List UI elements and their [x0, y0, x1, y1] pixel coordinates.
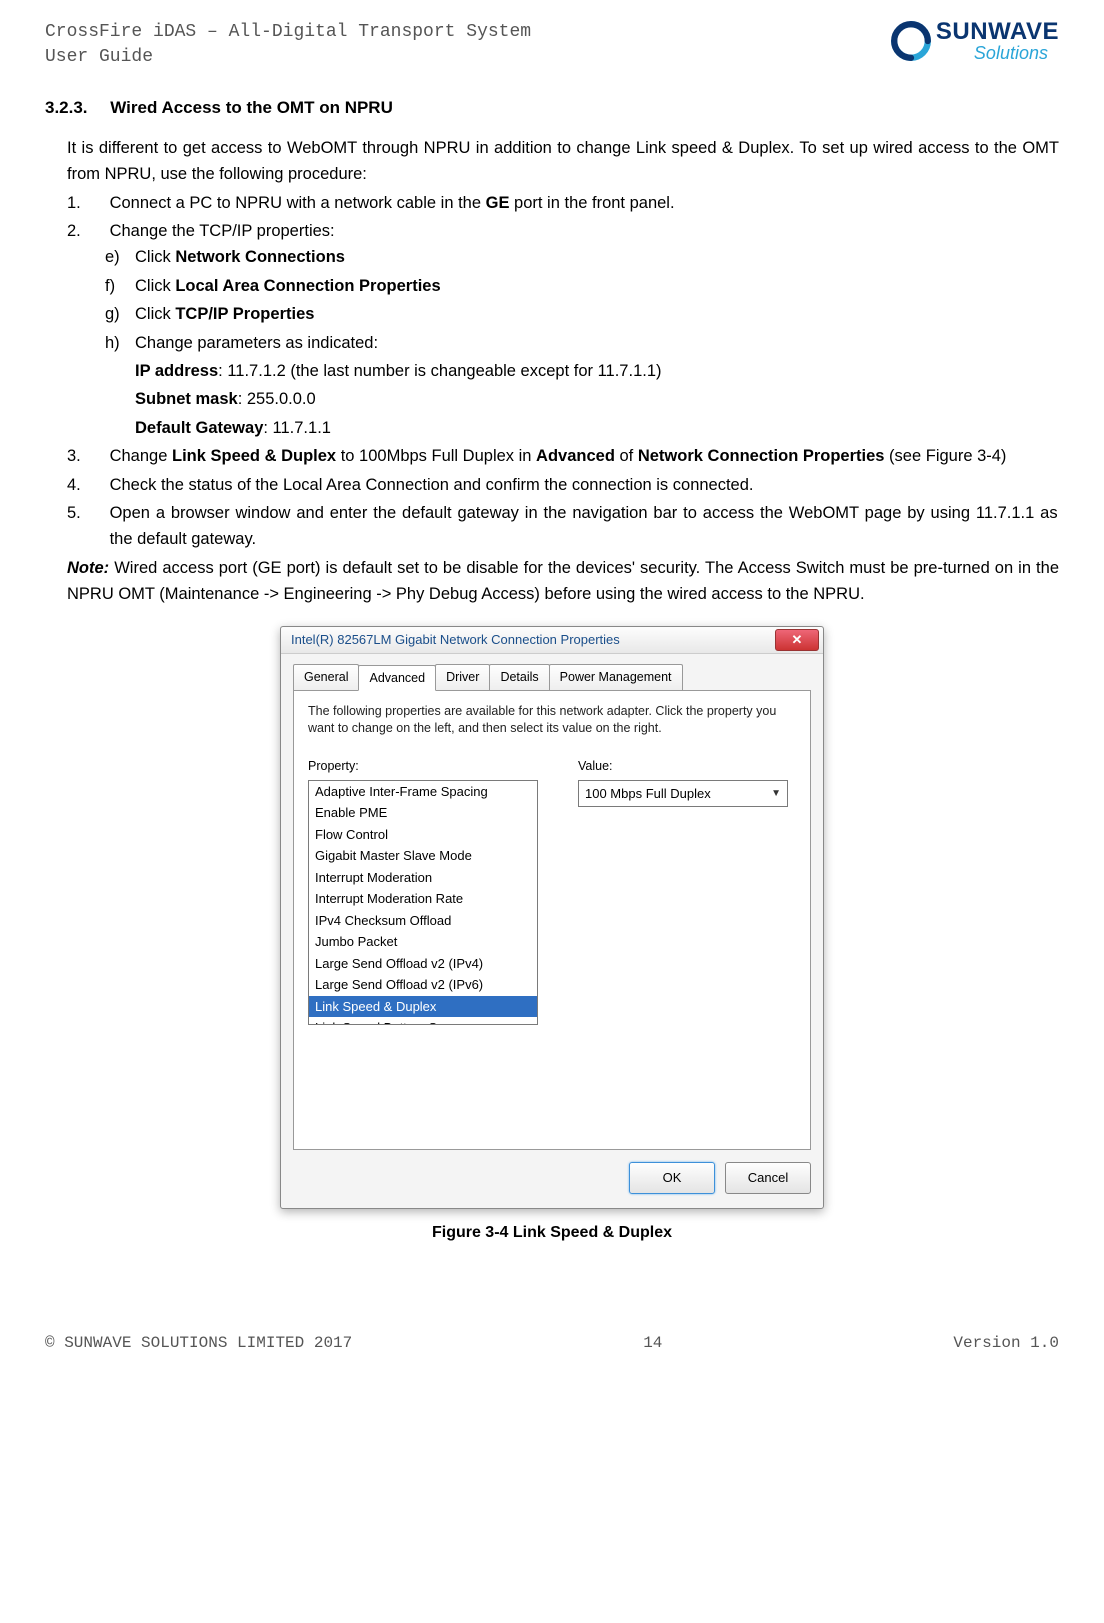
logo-text-main: SUNWAVE — [936, 20, 1059, 44]
tab-driver[interactable]: Driver — [435, 664, 490, 691]
property-item[interactable]: Adaptive Inter-Frame Spacing — [309, 781, 537, 803]
property-item[interactable]: Large Send Offload v2 (IPv6) — [309, 974, 537, 996]
dialog-tabs: General Advanced Driver Details Power Ma… — [281, 654, 823, 691]
close-button[interactable]: ✕ — [775, 629, 819, 651]
note-label: Note: — [67, 559, 109, 577]
footer-page-number: 14 — [643, 1331, 662, 1355]
value-label: Value: — [578, 757, 796, 776]
company-logo: SUNWAVE Solutions — [890, 20, 1059, 62]
figure-caption: Figure 3-4 Link Speed & Duplex — [45, 1221, 1059, 1245]
step4: Check the status of the Local Area Conne… — [110, 472, 1058, 498]
property-label: Property: — [308, 757, 538, 776]
step2-num: 2. — [67, 218, 105, 244]
step2f: Click Local Area Connection Properties — [135, 277, 441, 295]
value-selected: 100 Mbps Full Duplex — [585, 784, 711, 804]
step2h: Change parameters as indicated: — [135, 334, 378, 352]
step2e: Click Network Connections — [135, 248, 345, 266]
doc-title: CrossFire iDAS – All-Digital Transport S… — [45, 20, 531, 70]
section-number: 3.2.3. — [45, 95, 88, 121]
default-gateway-line: Default Gateway: 11.7.1.1 — [135, 415, 1059, 441]
property-item[interactable]: Link Speed Battery Saver — [309, 1017, 537, 1025]
footer-version: Version 1.0 — [953, 1331, 1059, 1355]
ip-address-line: IP address: 11.7.1.2 (the last number is… — [135, 358, 1059, 384]
doc-title-line1: CrossFire iDAS – All-Digital Transport S… — [45, 20, 531, 45]
note-text: Wired access port (GE port) is default s… — [67, 559, 1059, 603]
tab-details[interactable]: Details — [489, 664, 549, 691]
tab-advanced[interactable]: Advanced — [358, 665, 436, 692]
subnet-mask-line: Subnet mask: 255.0.0.0 — [135, 386, 1059, 412]
logo-text-sub: Solutions — [974, 44, 1059, 62]
step2: Change the TCP/IP properties: — [110, 218, 1058, 244]
footer-copyright: © SUNWAVE SOLUTIONS LIMITED 2017 — [45, 1331, 352, 1355]
property-item[interactable]: Gigabit Master Slave Mode — [309, 845, 537, 867]
section-heading: 3.2.3. Wired Access to the OMT on NPRU — [45, 95, 1059, 121]
tab-general[interactable]: General — [293, 664, 359, 691]
page-header: CrossFire iDAS – All-Digital Transport S… — [45, 20, 1059, 70]
property-item[interactable]: Jumbo Packet — [309, 931, 537, 953]
panel-description: The following properties are available f… — [308, 703, 796, 737]
dialog-titlebar[interactable]: Intel(R) 82567LM Gigabit Network Connect… — [281, 627, 823, 654]
doc-title-line2: User Guide — [45, 45, 531, 70]
dialog-title: Intel(R) 82567LM Gigabit Network Connect… — [291, 630, 620, 650]
step1: Connect a PC to NPRU with a network cabl… — [110, 190, 1058, 216]
chevron-down-icon: ▼ — [771, 786, 781, 801]
intro-paragraph: It is different to get access to WebOMT … — [67, 135, 1059, 188]
body-content: It is different to get access to WebOMT … — [67, 135, 1059, 608]
step2g: Click TCP/IP Properties — [135, 305, 314, 323]
note-paragraph: Note: Wired access port (GE port) is def… — [67, 555, 1059, 608]
step1-num: 1. — [67, 190, 105, 216]
property-item[interactable]: Enable PME — [309, 802, 537, 824]
property-item[interactable]: Link Speed & Duplex — [309, 996, 537, 1018]
ok-button[interactable]: OK — [629, 1162, 715, 1194]
step3-num: 3. — [67, 443, 105, 469]
section-title: Wired Access to the OMT on NPRU — [110, 98, 393, 117]
cancel-button[interactable]: Cancel — [725, 1162, 811, 1194]
property-item[interactable]: Interrupt Moderation — [309, 867, 537, 889]
property-listbox[interactable]: Adaptive Inter-Frame SpacingEnable PMEFl… — [308, 780, 538, 1025]
close-icon: ✕ — [792, 630, 803, 650]
property-item[interactable]: Flow Control — [309, 824, 537, 846]
figure-3-4: Intel(R) 82567LM Gigabit Network Connect… — [45, 626, 1059, 1245]
step5-num: 5. — [67, 500, 105, 526]
sunwave-swirl-icon — [890, 20, 932, 62]
value-dropdown[interactable]: 100 Mbps Full Duplex ▼ — [578, 780, 788, 808]
property-item[interactable]: Interrupt Moderation Rate — [309, 888, 537, 910]
step4-num: 4. — [67, 472, 105, 498]
network-properties-dialog: Intel(R) 82567LM Gigabit Network Connect… — [280, 626, 824, 1209]
advanced-panel: The following properties are available f… — [293, 690, 811, 1150]
step5: Open a browser window and enter the defa… — [110, 500, 1058, 553]
property-item[interactable]: Large Send Offload v2 (IPv4) — [309, 953, 537, 975]
page-footer: © SUNWAVE SOLUTIONS LIMITED 2017 14 Vers… — [45, 1325, 1059, 1355]
tab-power-management[interactable]: Power Management — [549, 664, 683, 691]
property-item[interactable]: IPv4 Checksum Offload — [309, 910, 537, 932]
step3: Change Link Speed & Duplex to 100Mbps Fu… — [110, 443, 1058, 469]
